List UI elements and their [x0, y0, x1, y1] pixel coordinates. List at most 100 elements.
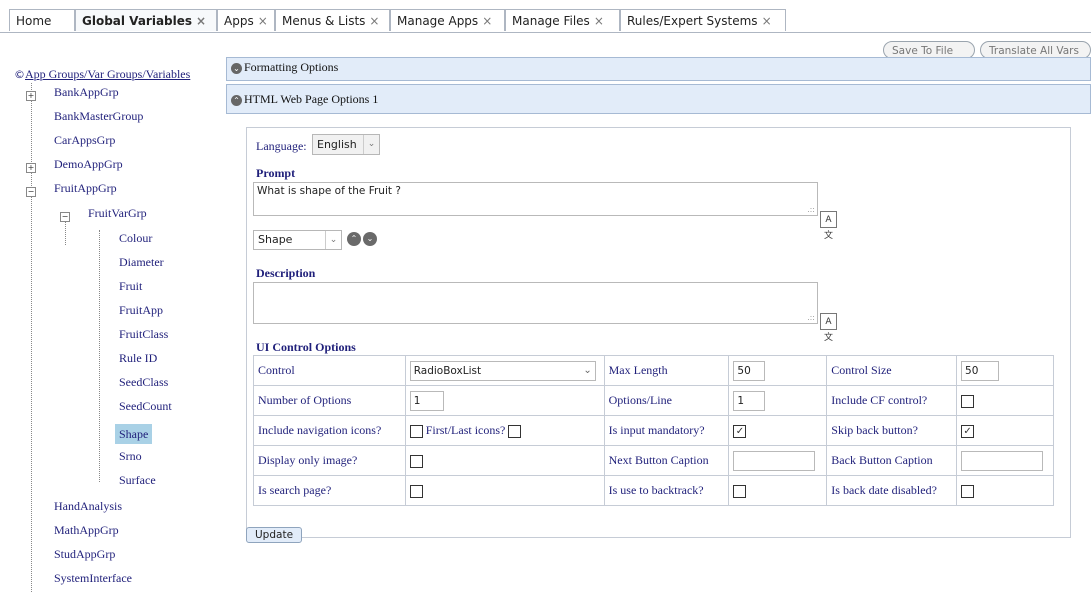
update-button[interactable]: Update [246, 527, 303, 543]
tab-label: Manage Files [512, 14, 590, 28]
tree-node-bankmastergroup[interactable]: BankMasterGroup [54, 106, 143, 126]
options-line-input[interactable]: 1 [733, 390, 766, 411]
tab-global-variables[interactable]: Global Variables × [75, 9, 217, 31]
close-icon[interactable]: × [594, 14, 604, 28]
close-icon[interactable]: × [258, 14, 268, 28]
tree-node-mathappgrp[interactable]: MathAppGrp [54, 520, 119, 540]
next-caption-label: Next Button Caption [603, 445, 730, 476]
translate-icon[interactable]: A文 [820, 211, 837, 241]
search-page-checkbox[interactable] [409, 484, 423, 498]
control-size-input[interactable]: 50 [961, 360, 1000, 381]
skip-back-checkbox[interactable]: ✓ [961, 424, 975, 438]
chevron-circle-icon[interactable]: ⌄ [231, 62, 242, 74]
close-icon[interactable]: × [369, 14, 379, 28]
copyright-icon: © [14, 68, 25, 81]
plus-icon[interactable]: + [26, 91, 36, 101]
tree-node-colour[interactable]: Colour [119, 228, 152, 248]
tree-node-seedclass[interactable]: SeedClass [119, 372, 168, 392]
backtrack-cell [728, 475, 828, 506]
tab-manage-files[interactable]: Manage Files × [505, 9, 620, 31]
back-date-label: Is back date disabled? [826, 475, 958, 506]
tree-line [99, 230, 100, 482]
control-value: RadioBoxList [413, 364, 482, 377]
language-select[interactable]: English ⌄ [312, 134, 380, 155]
tab-rules-expert-systems[interactable]: Rules/Expert Systems × [620, 9, 786, 31]
ui-control-options-table: Control RadioBoxList ⌄ Max Length 50 Cont… [253, 355, 1054, 506]
tree-root[interactable]: ©App Groups/Var Groups/Variables [14, 67, 190, 82]
tree-node-seedcount[interactable]: SeedCount [119, 396, 172, 416]
max-length-input[interactable]: 50 [733, 360, 766, 381]
section-formatting-options[interactable]: ⌄ Formatting Options [226, 57, 1091, 81]
tree-node-fruitvargrp[interactable]: FruitVarGrp [88, 203, 147, 223]
nav-icons-checkbox[interactable] [409, 424, 423, 438]
tree-node-shape[interactable]: Shape [115, 424, 153, 444]
tree-node-demoappgrp[interactable]: DemoAppGrp [54, 154, 123, 174]
tab-apps[interactable]: Apps × [217, 9, 275, 31]
prompt-value: What is shape of the Fruit ? [257, 185, 401, 197]
close-icon[interactable]: × [762, 14, 772, 28]
description-label: Description [256, 266, 316, 280]
tree-node-fruitappgrp[interactable]: FruitAppGrp [54, 178, 117, 198]
tree-node-rule-id[interactable]: Rule ID [119, 348, 157, 368]
tab-label: Apps [224, 14, 254, 28]
control-size-label: Control Size [826, 355, 958, 386]
control-label: Control [253, 355, 406, 386]
display-image-checkbox[interactable] [409, 454, 423, 468]
section-html-web-page-options[interactable]: ⌃ HTML Web Page Options 1 [226, 84, 1091, 114]
max-length-label: Max Length [603, 355, 730, 386]
table-row: Display only image? Next Button Caption … [253, 445, 1054, 476]
chevron-down-icon: ⌄ [363, 135, 379, 154]
include-cf-checkbox[interactable] [961, 394, 975, 408]
section-title: HTML Web Page Options 1 [244, 92, 379, 106]
minus-icon[interactable]: − [60, 212, 70, 222]
description-textarea[interactable]: .:: [253, 282, 818, 324]
chevron-down-icon: ⌄ [583, 364, 592, 376]
table-row: Number of Options 1 Options/Line 1 Inclu… [253, 385, 1054, 416]
tree-node-handanalysis[interactable]: HandAnalysis [54, 496, 122, 516]
translate-icon[interactable]: A文 [820, 313, 837, 343]
mandatory-checkbox[interactable]: ✓ [733, 424, 747, 438]
back-caption-input[interactable] [961, 450, 1044, 471]
chevron-down-icon: ⌄ [325, 231, 341, 249]
ui-control-options-label: UI Control Options [256, 340, 356, 354]
tab-manage-apps[interactable]: Manage Apps × [390, 9, 505, 31]
language-label: Language: [256, 139, 307, 153]
plus-icon[interactable]: + [26, 163, 36, 173]
back-date-checkbox[interactable] [961, 484, 975, 498]
tree-node-studappgrp[interactable]: StudAppGrp [54, 544, 115, 564]
next-caption-input[interactable] [733, 450, 816, 471]
tree-node-surface[interactable]: Surface [119, 470, 156, 490]
tree-node-srno[interactable]: Srno [119, 446, 142, 466]
display-image-label: Display only image? [253, 445, 406, 476]
minus-icon[interactable]: − [26, 187, 36, 197]
tree-node-bankappgrp[interactable]: BankAppGrp [54, 82, 119, 102]
move-up-icon[interactable]: ⌃ [347, 232, 361, 246]
close-icon[interactable]: × [196, 14, 206, 28]
first-last-checkbox[interactable] [508, 424, 522, 438]
nav-icons-label: Include navigation icons? [253, 415, 406, 446]
tree-node-carappsgrp[interactable]: CarAppsGrp [54, 130, 115, 150]
resize-grip-icon[interactable]: .:: [807, 205, 815, 214]
variable-select[interactable]: Shape ⌄ [253, 230, 342, 250]
tab-home[interactable]: Home [9, 9, 75, 31]
num-options-input[interactable]: 1 [409, 390, 444, 411]
tree-node-fruitclass[interactable]: FruitClass [119, 324, 168, 344]
tree-line [31, 83, 32, 592]
backtrack-checkbox[interactable] [733, 484, 747, 498]
prompt-label: Prompt [256, 166, 296, 180]
tree-root-label: App Groups/Var Groups/Variables [25, 67, 191, 81]
control-select[interactable]: RadioBoxList ⌄ [409, 360, 596, 381]
tab-menus-lists[interactable]: Menus & Lists × [275, 9, 390, 31]
tree-node-diameter[interactable]: Diameter [119, 252, 164, 272]
tree-node-fruit[interactable]: Fruit [119, 276, 142, 296]
move-down-icon[interactable]: ⌄ [363, 232, 377, 246]
resize-grip-icon[interactable]: .:: [807, 313, 815, 322]
max-length-cell: 50 [728, 355, 828, 386]
close-icon[interactable]: × [482, 14, 492, 28]
tree-node-fruitapp[interactable]: FruitApp [119, 300, 163, 320]
chevron-circle-icon[interactable]: ⌃ [231, 94, 242, 106]
prompt-textarea[interactable]: What is shape of the Fruit ? .:: [253, 182, 818, 216]
tab-label: Home [16, 14, 52, 28]
tree-node-systeminterface[interactable]: SystemInterface [54, 568, 132, 588]
display-image-cell [404, 445, 605, 476]
